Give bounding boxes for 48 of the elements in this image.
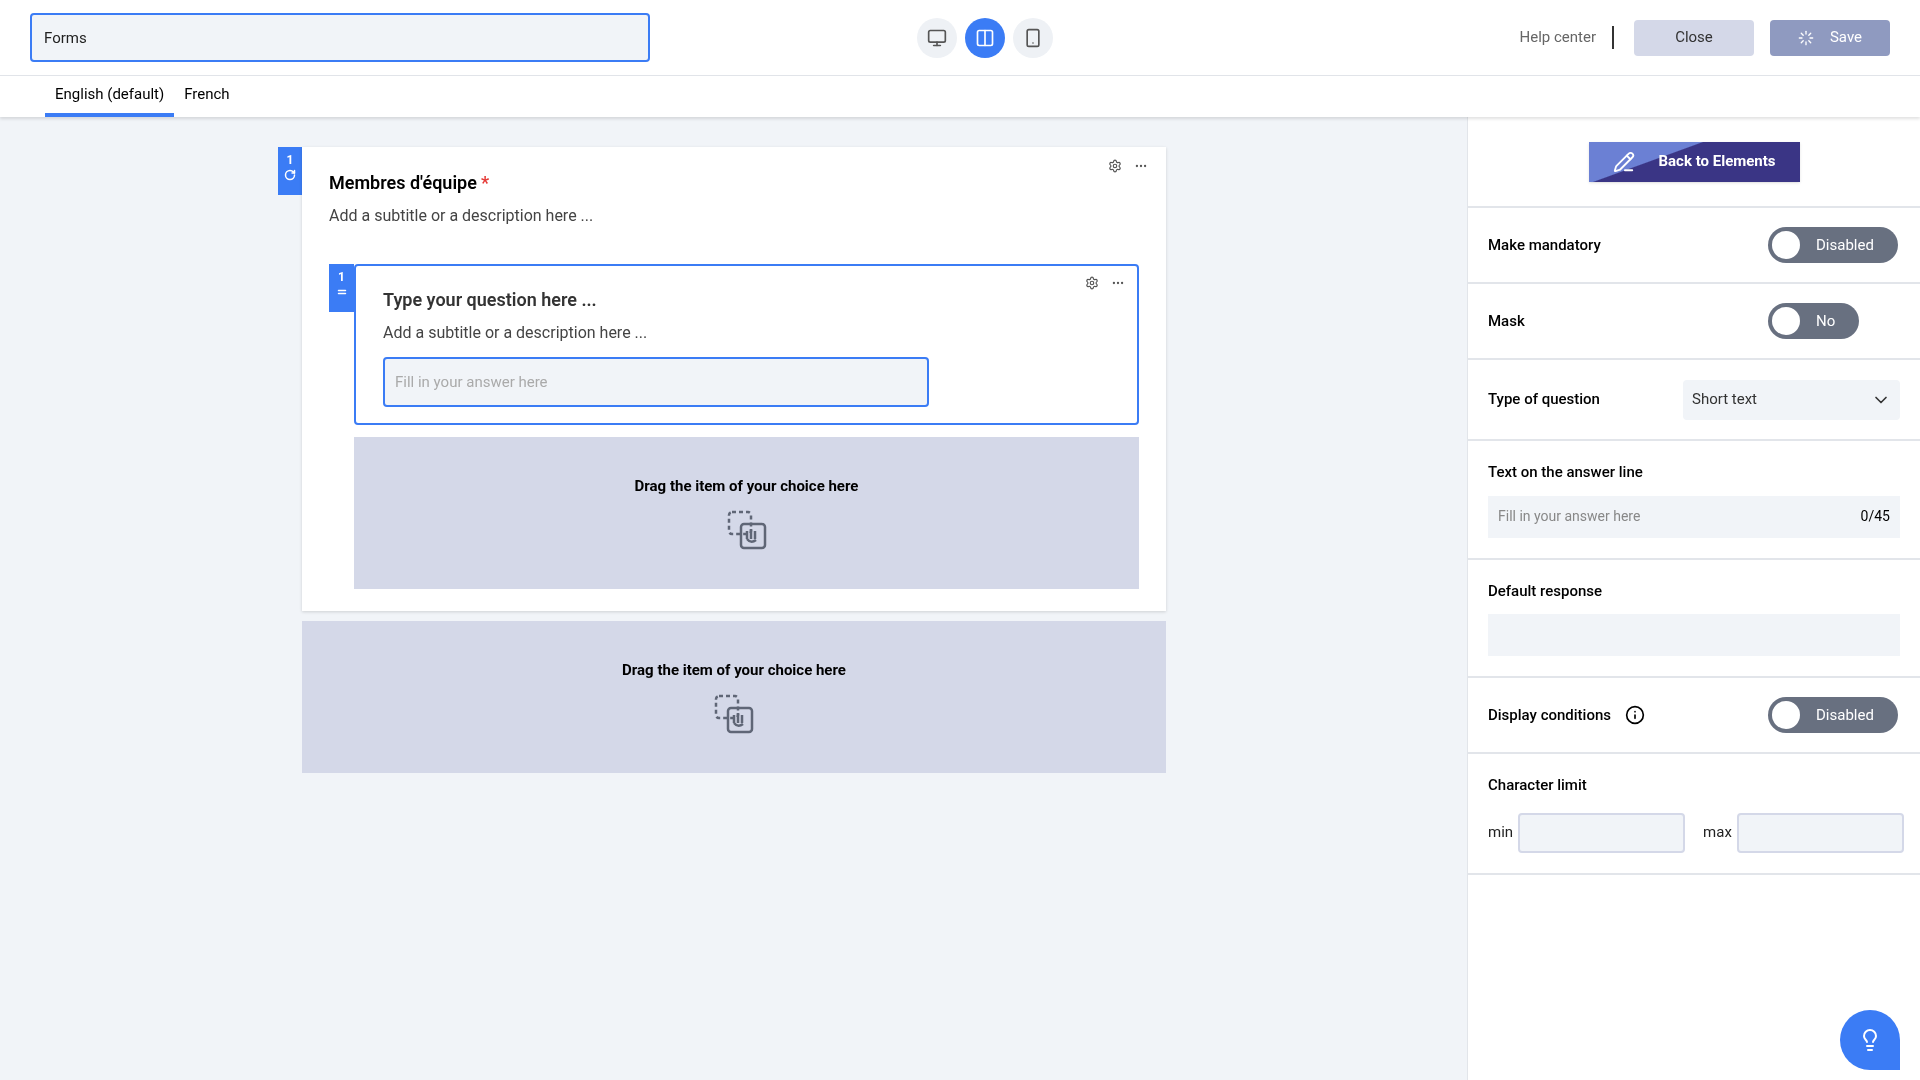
section-number: 1 (286, 152, 294, 169)
question-subtitle: Add a subtitle or a description here ... (383, 322, 648, 344)
setting-label: Make mandatory (1488, 234, 1601, 256)
help-center-link[interactable]: Help center (1519, 26, 1614, 49)
toggle-switch[interactable]: Disabled (1768, 697, 1898, 733)
pencil-icon (1612, 150, 1635, 173)
min-field[interactable] (1518, 812, 1686, 853)
answer-line-field[interactable]: Fill in your answer here 0/45 (1488, 495, 1900, 538)
max-label: max (1703, 822, 1732, 844)
max-field[interactable] (1736, 812, 1904, 853)
drop-zone-label: Drag the item of your choice here (622, 659, 846, 681)
back-to-elements-button[interactable]: Back to Elements (1588, 141, 1800, 182)
setting-label: Display conditions (1488, 704, 1611, 726)
question-type-dropdown[interactable]: Short text (1683, 379, 1900, 420)
setting-label: Text on the answer line (1488, 462, 1644, 483)
tips-button[interactable] (1840, 1010, 1900, 1070)
answer-line-placeholder: Fill in your answer here (1498, 507, 1641, 526)
split-view-icon (974, 27, 995, 48)
settings-icon (1085, 276, 1099, 290)
monitor-icon (926, 27, 947, 48)
toggle-switch[interactable]: No (1768, 303, 1860, 339)
question-number: 1 (338, 269, 345, 286)
toggle-knob (1772, 307, 1800, 335)
refresh-icon (284, 169, 296, 181)
section-title: Membres d'équipe (329, 171, 477, 195)
setting-label: Character limit (1488, 775, 1588, 796)
drag-hand-icon (725, 509, 768, 552)
answer-field[interactable]: Fill in your answer here (383, 357, 929, 407)
section-subtitle: Add a subtitle or a description here ... (329, 205, 595, 227)
setting-label: Type of question (1488, 389, 1600, 411)
drag-hand-icon (713, 693, 755, 736)
drop-zone-label: Drag the item of your choice here (634, 475, 859, 497)
language-tab[interactable]: English (default) (45, 76, 175, 117)
setting-label: Mask (1488, 310, 1525, 332)
toggle-switch[interactable]: Disabled (1768, 227, 1898, 263)
toggle-knob (1772, 701, 1800, 729)
view-mode-button[interactable] (964, 17, 1005, 58)
required-mark: * (480, 171, 489, 195)
language-tab[interactable]: French (174, 76, 240, 117)
form-title-field[interactable]: Forms (30, 13, 650, 62)
spinner-icon (1797, 29, 1814, 46)
toggle-knob (1772, 231, 1800, 259)
close-button[interactable]: Close (1634, 19, 1754, 56)
min-label: min (1488, 822, 1514, 844)
settings-icon (1108, 159, 1122, 173)
question-title: Type your question here ... (383, 288, 597, 312)
setting-label: Default response (1488, 580, 1604, 602)
character-count: 0/45 (1860, 507, 1890, 526)
